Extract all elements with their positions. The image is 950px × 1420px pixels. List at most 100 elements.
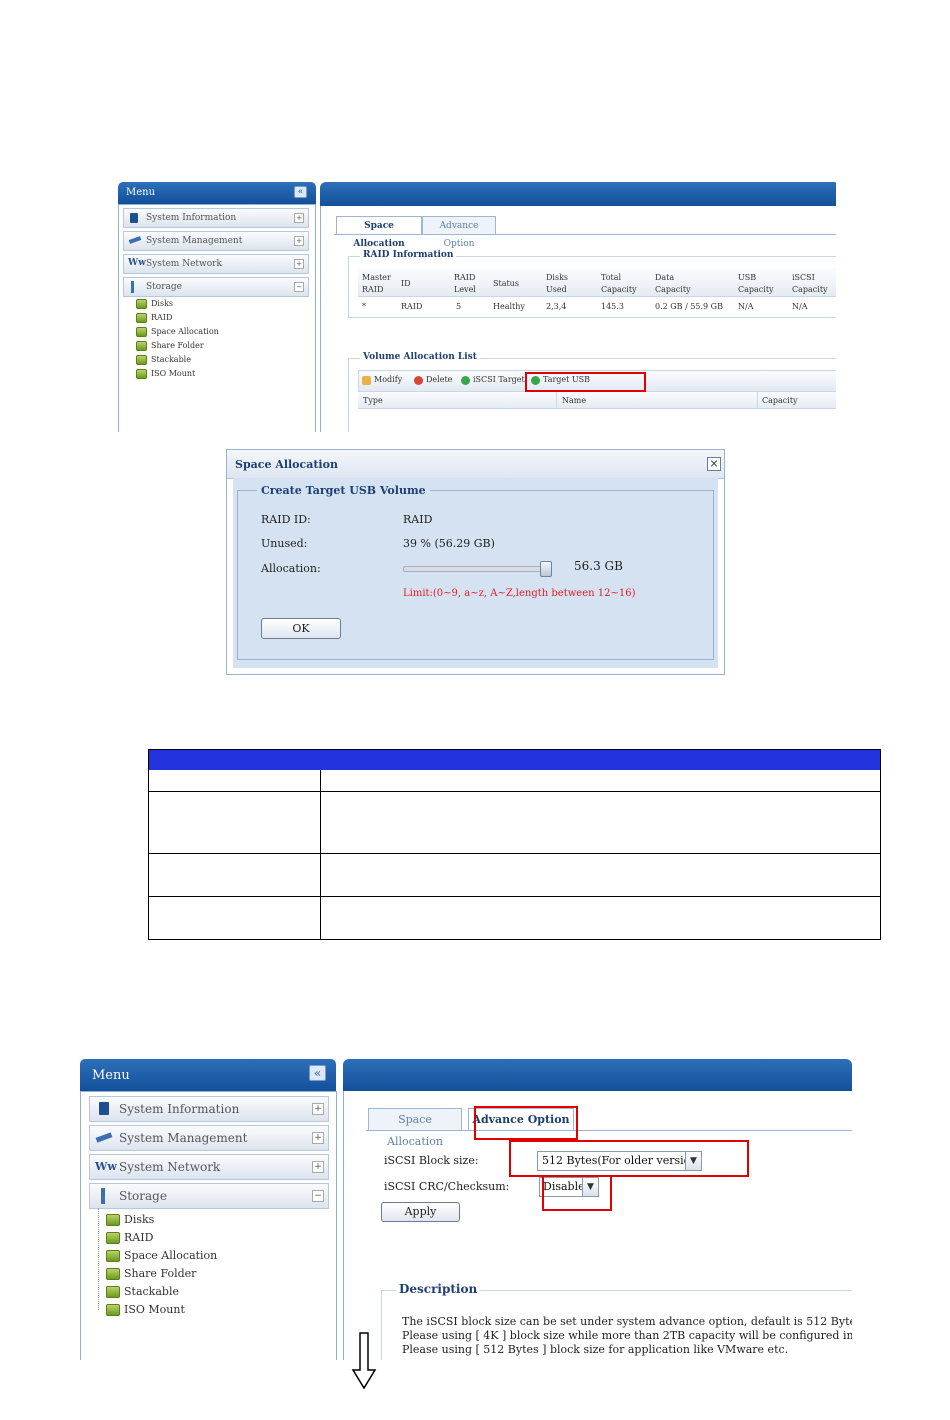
modify-button[interactable]: Modify [362, 375, 402, 385]
cell-iscsi-capacity: N/A [792, 302, 808, 311]
menu-label: System Network [146, 259, 222, 269]
collapse-menu-icon[interactable]: « [294, 186, 307, 198]
menu-storage[interactable]: Storage − [89, 1183, 329, 1209]
allocation-slider[interactable] [403, 566, 551, 572]
limit-hint: Limit:(0~9, a~z, A~Z,length between 12~1… [403, 588, 636, 599]
menu-title: Menu [126, 187, 156, 198]
tree-guide [98, 1208, 100, 1310]
network-icon: Ww [128, 258, 146, 268]
cell-usb-capacity: N/A [738, 302, 754, 311]
tree-item-space-allocation[interactable]: Space Allocation [136, 327, 219, 337]
allocation-slider-handle[interactable] [539, 561, 552, 577]
menu-label: Storage [146, 282, 182, 292]
unused-label: Unused: [261, 537, 308, 550]
expand-icon[interactable]: + [294, 259, 304, 269]
book-icon [99, 1102, 109, 1115]
tree-item-raid[interactable]: RAID [106, 1231, 153, 1244]
highlight-target-usb [525, 372, 646, 392]
add-icon [461, 375, 470, 385]
col-usb-capacity: USB Capacity [738, 273, 774, 294]
tree-item-stackable[interactable]: Stackable [106, 1285, 179, 1298]
menu-system-information[interactable]: System Information + [123, 208, 309, 228]
iscsi-target-button[interactable]: iSCSI Target [461, 375, 525, 385]
allocation-label: Allocation: [261, 562, 321, 575]
menu-label: Storage [119, 1189, 167, 1203]
modify-icon [362, 375, 371, 385]
main-header [343, 1059, 852, 1091]
menu-system-network[interactable]: Ww System Network + [123, 254, 309, 274]
menu-storage[interactable]: Storage − [123, 277, 309, 297]
dialog-titlebar: Space Allocation × [227, 450, 724, 479]
apply-button[interactable]: Apply [381, 1202, 460, 1222]
tree-item-share-folder[interactable]: Share Folder [106, 1267, 196, 1280]
disk-icon [106, 1232, 120, 1244]
disk-icon [106, 1268, 120, 1280]
raid-id-label: RAID ID: [261, 513, 311, 526]
tab-divider [334, 234, 836, 235]
table-row-divider [149, 896, 880, 897]
col-name: Name [562, 396, 587, 405]
disk-icon [106, 1214, 120, 1226]
tree-item-disks[interactable]: Disks [106, 1213, 154, 1226]
ok-button[interactable]: OK [261, 618, 341, 639]
tree-item-iso-mount[interactable]: ISO Mount [106, 1303, 185, 1316]
menu-header: Menu « [118, 182, 316, 204]
col-iscsi-capacity: iSCSI Capacity [792, 273, 828, 294]
tree-item-space-allocation[interactable]: Space Allocation [106, 1249, 217, 1262]
tab-divider [366, 1130, 852, 1131]
wrench-icon [95, 1132, 113, 1143]
tab-space-allocation[interactable]: Space Allocation [336, 216, 422, 249]
cell-data-capacity: 0.2 GB / 55.9 GB [655, 302, 723, 311]
menu-system-information[interactable]: System Information + [89, 1096, 329, 1122]
tree-item-share-folder[interactable]: Share Folder [136, 341, 204, 351]
menu-label: System Information [146, 213, 237, 223]
expand-icon[interactable]: + [294, 213, 304, 223]
menu-system-management[interactable]: System Management + [89, 1125, 329, 1151]
tree-item-stackable[interactable]: Stackable [136, 355, 191, 365]
delete-button[interactable]: Delete [414, 375, 452, 385]
raid-information-legend: RAID Information [360, 250, 457, 260]
description-line: The iSCSI block size can be set under sy… [402, 1315, 852, 1328]
screenshot-advance-option: Menu « System Information + System Manag… [80, 1058, 852, 1360]
fieldset-legend: Create Target USB Volume [257, 484, 430, 497]
tree-item-iso-mount[interactable]: ISO Mount [136, 369, 195, 379]
description-line: Please using [ 512 Bytes ] block size fo… [402, 1343, 789, 1356]
table-row-divider [149, 791, 880, 792]
screenshot-space-allocation: Menu « System Information + System Manag… [116, 180, 836, 432]
collapse-menu-icon[interactable]: « [309, 1065, 326, 1081]
description-legend: Description [396, 1282, 481, 1296]
wrench-icon [128, 236, 142, 244]
expand-icon[interactable]: + [312, 1132, 324, 1144]
disk-icon [136, 355, 147, 365]
disk-icon [106, 1250, 120, 1262]
allocation-value: 56.3 GB [574, 559, 623, 573]
tab-space-allocation[interactable]: Space Allocation [368, 1108, 462, 1148]
cell-raid-level: 5 [456, 302, 462, 311]
disk-icon [106, 1304, 120, 1316]
expand-icon[interactable]: + [294, 236, 304, 246]
menu-header: Menu « [80, 1059, 336, 1091]
description-line: Please using [ 4K ] block size while mor… [402, 1329, 852, 1342]
expand-icon[interactable]: + [312, 1161, 324, 1173]
cell-total-capacity: 145.3 [601, 302, 624, 311]
disk-icon [106, 1286, 120, 1298]
disk-icon [136, 369, 147, 379]
highlight-crc [542, 1175, 612, 1211]
dialog-body: Create Target USB Volume RAID ID: RAID U… [233, 478, 718, 668]
menu-system-management[interactable]: System Management + [123, 231, 309, 251]
menu-system-network[interactable]: Ww System Network + [89, 1154, 329, 1180]
tree-item-disks[interactable]: Disks [136, 299, 173, 309]
expand-icon[interactable]: + [312, 1103, 324, 1115]
menu-title: Menu [92, 1068, 130, 1083]
collapse-icon[interactable]: − [312, 1190, 324, 1202]
tree-item-raid[interactable]: RAID [136, 313, 172, 323]
close-icon[interactable]: × [707, 457, 721, 471]
book-icon [130, 213, 138, 223]
tab-advance-option[interactable]: Advance Option [422, 216, 496, 249]
cell-disks-used: 2,3,4 [546, 302, 567, 311]
disk-icon [136, 299, 147, 309]
down-arrow-icon [351, 1332, 377, 1390]
table-header-bar [149, 750, 880, 770]
storage-icon [131, 281, 134, 293]
collapse-icon[interactable]: − [294, 282, 304, 292]
